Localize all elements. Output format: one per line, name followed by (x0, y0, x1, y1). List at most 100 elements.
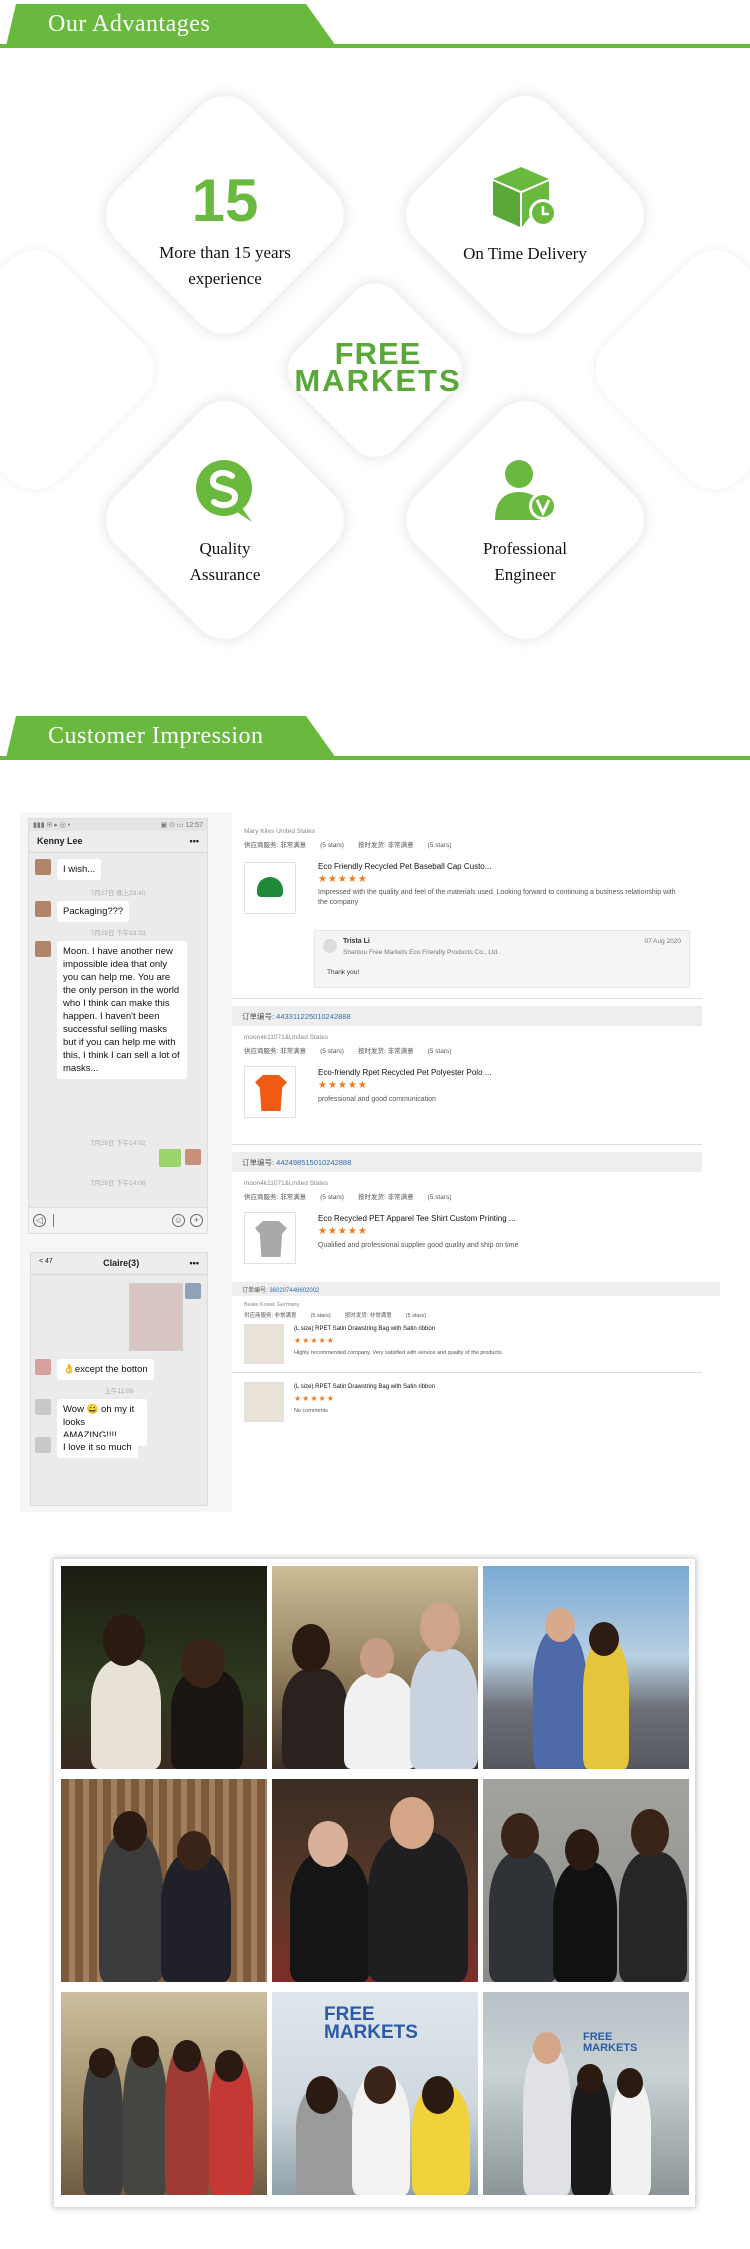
phone-status-bar: ▮▮▮ ✉ ▸ ◎ • ▣ ⊙ ▭ 12:57 (29, 819, 207, 831)
card-engineer: Professional Engineer (405, 458, 645, 588)
rating-service: 供应商服务: 非常满意 (244, 1048, 307, 1055)
product-title[interactable]: Eco Friendly Recycled Pet Baseball Cap C… (318, 862, 491, 871)
impression-banner: Customer Impression (0, 716, 750, 764)
rating-summary: 供应商服务: 非常满意 (5 stars) 按时发货: 非常满意 (5 stars) (244, 1311, 440, 1319)
rating-summary: 供应商服务: 非常满意 (5 stars) 按时发货: 非常满意 (5 stars) (244, 1191, 465, 1201)
customer-photo[interactable] (61, 1992, 267, 2195)
message-text: I wish... (57, 859, 102, 880)
product-title[interactable]: (L size) RPET Satin Drawstring Bag with … (294, 1384, 435, 1390)
order-label: 订单编号: (242, 1288, 270, 1294)
voice-icon[interactable]: ◁ (33, 1214, 46, 1227)
order-label: 订单编号: (242, 1012, 277, 1021)
rating-delivery: 按时发货: 非常满意 (357, 1048, 414, 1055)
chat-header: Kenny Lee ••• (29, 831, 207, 853)
message-text: I love it so much (57, 1437, 138, 1458)
package-clock-icon (493, 167, 557, 227)
product-title[interactable]: (L size) RPET Satin Drawstring Bag with … (294, 1326, 435, 1332)
back-button[interactable]: < 47 (39, 1258, 53, 1269)
rating-summary: 供应商服务: 非常满意 (5 stars) 按时发货: 非常满意 (5 stars) (244, 839, 465, 849)
avatar (35, 859, 51, 875)
experience-line2: experience (188, 269, 262, 288)
review-comment: Impressed with the quality and feel of t… (318, 889, 676, 906)
chat-contact-name[interactable]: Claire(3) (103, 1258, 139, 1269)
product-thumb-cap[interactable] (244, 862, 296, 914)
buyer-name: moon4k11071&United States (244, 1034, 329, 1041)
message-text: 👌except the botton (57, 1359, 154, 1380)
order-number-link[interactable]: 360207446602002 (269, 1288, 319, 1294)
avatar (35, 1399, 51, 1415)
product-thumb-polo[interactable] (244, 1066, 296, 1118)
message-time: 上午11:08 (104, 1388, 134, 1395)
rating-stars: ★★★★★ (318, 1226, 368, 1237)
rating-delivery-stars: (5 stars) (405, 1313, 426, 1319)
avatar (35, 1437, 51, 1453)
product-thumb-bag[interactable] (244, 1382, 284, 1422)
advantages-title: Our Advantages (48, 11, 211, 37)
avatar (185, 1149, 201, 1165)
card-experience: 15 More than 15 years experience (105, 170, 345, 292)
engineer-line2: Engineer (494, 565, 556, 584)
customer-photo[interactable] (61, 1779, 267, 1982)
customer-photo[interactable] (483, 1566, 689, 1769)
message-time: 7月29日 下午13:33 (90, 930, 146, 937)
engineer-line1: Professional (482, 539, 568, 558)
engineer-person-icon (495, 460, 557, 520)
customer-photo[interactable]: FREE MARKETS (272, 1992, 478, 2195)
rating-delivery-stars: (5 stars) (427, 1194, 452, 1201)
more-icon[interactable]: ••• (190, 1258, 199, 1269)
chat-message: I love it so much (35, 1437, 138, 1458)
experience-number: 15 (191, 167, 259, 234)
photo-logo: FREE MARKETS (324, 2005, 418, 2042)
customer-photo[interactable] (272, 1566, 478, 1769)
review-comment: Qualified and professional supplier good… (318, 1242, 519, 1249)
more-icon[interactable]: ••• (190, 836, 199, 847)
rating-stars: ★★★★★ (294, 1336, 335, 1345)
chat-screenshot-kenny: ▮▮▮ ✉ ▸ ◎ • ▣ ⊙ ▭ 12:57 Kenny Lee ••• I … (28, 818, 208, 1234)
customer-photo[interactable] (61, 1566, 267, 1769)
photo-logo-line2: MARKETS (583, 2042, 638, 2054)
rating-delivery: 按时发货: 非常满意 (357, 1194, 414, 1201)
chat-contact-name[interactable]: Kenny Lee (37, 836, 83, 847)
buyer-name: Mary Kiles United States (244, 828, 316, 835)
rating-stars: ★★★★★ (294, 1394, 335, 1403)
impression-title: Customer Impression (48, 723, 264, 749)
rating-service-stars: (5 stars) (310, 1313, 331, 1319)
card-delivery: On Time Delivery (405, 165, 645, 267)
order-header: 订单编号: 443311225010242888 (232, 1006, 702, 1026)
reply-date: 07 Aug 2020 (644, 938, 681, 945)
chat-message: I wish... (35, 859, 102, 880)
card-quality: Quality Assurance (105, 458, 345, 588)
order-header: 订单编号: 442498515010242888 (232, 1152, 702, 1172)
add-icon[interactable]: + (190, 1214, 203, 1227)
text-cursor (53, 1214, 54, 1227)
message-time: 7月27日 晚上23:40 (90, 890, 146, 897)
reply-name: Trista Li (343, 938, 370, 945)
product-thumb-tee[interactable] (244, 1212, 296, 1264)
customer-photo-grid: FREE MARKETS FREE MARKETS (53, 1558, 696, 2208)
message-text: Moon. I have another new impossible idea… (57, 941, 187, 1079)
customer-photo[interactable]: FREE MARKETS (483, 1992, 689, 2195)
emoji-icon[interactable]: ☺ (172, 1214, 185, 1227)
rating-service: 供应商服务: 非常满意 (244, 1194, 307, 1201)
product-thumb-bag[interactable] (244, 1324, 284, 1364)
quality-line1: Quality (199, 539, 251, 558)
advantages-banner: Our Advantages (0, 4, 750, 52)
message-time: 7月29日 下午14:02 (90, 1140, 146, 1147)
seller-reply: Trista Li Shantou Free Markets Eco Frien… (314, 930, 690, 988)
buyer-name: moon4k11071&United States (244, 1180, 329, 1187)
customer-photo[interactable] (272, 1779, 478, 1982)
product-title[interactable]: Eco Recycled PET Apparel Tee Shirt Custo… (318, 1214, 516, 1223)
order-number-link[interactable]: 443311225010242888 (276, 1012, 351, 1021)
chat-message: Moon. I have another new impossible idea… (35, 941, 187, 1079)
divider (232, 1144, 702, 1145)
review-comment: Highly recommended company. Very satisfi… (294, 1350, 503, 1356)
delivery-label: On Time Delivery (463, 244, 587, 263)
product-title[interactable]: Eco-friendly Rpet Recycled Pet Polyester… (318, 1068, 491, 1077)
cap-image (257, 877, 283, 897)
customer-photo[interactable] (483, 1779, 689, 1982)
rating-delivery-stars: (5 stars) (427, 842, 452, 849)
chat-input-bar[interactable]: ◁ ☺ + (29, 1207, 207, 1233)
reply-text: Thank you! (327, 969, 360, 976)
reply-company: Shantou Free Markets Eco Friendly Produc… (343, 949, 500, 956)
order-number-link[interactable]: 442498515010242888 (276, 1158, 351, 1167)
